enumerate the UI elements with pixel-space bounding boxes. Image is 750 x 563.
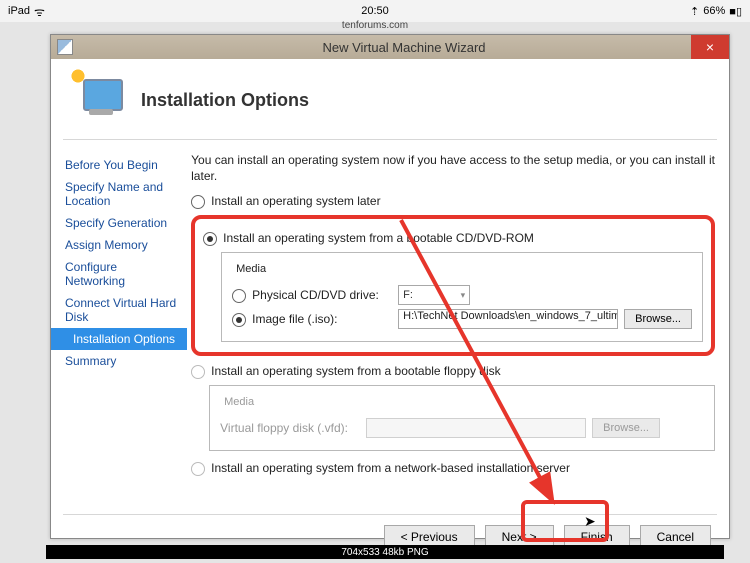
close-icon: × (706, 39, 714, 55)
radio-install-network[interactable] (191, 462, 205, 476)
close-button[interactable]: × (691, 35, 729, 59)
radio-image-file[interactable] (232, 313, 246, 327)
browser-url: tenforums.com (0, 20, 750, 31)
sidebar-item-before-you-begin[interactable]: Before You Begin (51, 154, 187, 176)
chevron-down-icon: ▾ (461, 290, 466, 301)
wizard-window: New Virtual Machine Wizard × Installatio… (50, 34, 730, 539)
iso-path-input[interactable]: H:\TechNet Downloads\en_windows_7_ultima… (398, 309, 618, 329)
title-bar[interactable]: New Virtual Machine Wizard × (51, 35, 729, 59)
sidebar-item-hard-disk[interactable]: Connect Virtual Hard Disk (51, 292, 187, 328)
intro-text: You can install an operating system now … (191, 152, 715, 184)
window-icon (57, 39, 73, 55)
radio-install-network-label: Install an operating system from a netwo… (211, 461, 715, 475)
cd-media-fieldset: Media Physical CD/DVD drive: F: ▾ Image … (221, 252, 703, 342)
physical-drive-dropdown[interactable]: F: ▾ (398, 285, 470, 305)
wizard-steps-sidebar: Before You Begin Specify Name and Locati… (51, 144, 187, 514)
ipad-status-bar: iPad ᯤ 20:50 ⇡ 66% ■▯ (0, 0, 750, 22)
radio-install-floppy[interactable] (191, 365, 205, 379)
browse-iso-button[interactable]: Browse... (624, 309, 692, 329)
vfd-label: Virtual floppy disk (.vfd): (220, 421, 360, 435)
sidebar-item-name-location[interactable]: Specify Name and Location (51, 176, 187, 212)
cd-media-legend: Media (232, 263, 270, 275)
annotation-highlight-box: Install an operating system from a boota… (191, 215, 715, 356)
radio-install-later-label: Install an operating system later (211, 194, 715, 208)
sidebar-item-networking[interactable]: Configure Networking (51, 256, 187, 292)
wizard-main-panel: You can install an operating system now … (187, 144, 729, 514)
vfd-path-input (366, 418, 586, 438)
physical-drive-label: Physical CD/DVD drive: (252, 288, 392, 302)
floppy-media-legend: Media (220, 396, 258, 408)
sidebar-item-generation[interactable]: Specify Generation (51, 212, 187, 234)
floppy-media-fieldset: Media Virtual floppy disk (.vfd): Browse… (209, 385, 715, 451)
sidebar-item-summary[interactable]: Summary (51, 350, 187, 372)
wizard-header: Installation Options (51, 59, 729, 135)
radio-install-cd-label: Install an operating system from a boota… (223, 231, 703, 245)
radio-install-later[interactable] (191, 195, 205, 209)
browse-vfd-button: Browse... (592, 418, 660, 438)
sidebar-item-installation-options[interactable]: Installation Options (51, 328, 187, 350)
image-info-bar: 704x533 48kb PNG (46, 545, 724, 559)
wizard-icon (73, 73, 127, 127)
physical-drive-value: F: (403, 289, 413, 301)
clock: 20:50 (0, 5, 750, 17)
page-title: Installation Options (141, 90, 309, 111)
window-title: New Virtual Machine Wizard (79, 40, 729, 55)
sidebar-item-memory[interactable]: Assign Memory (51, 234, 187, 256)
divider (63, 139, 717, 140)
radio-install-cd[interactable] (203, 232, 217, 246)
radio-install-floppy-label: Install an operating system from a boota… (211, 364, 715, 378)
cursor-icon: ➤ (584, 514, 596, 528)
image-file-label: Image file (.iso): (252, 312, 392, 326)
radio-physical-drive[interactable] (232, 289, 246, 303)
